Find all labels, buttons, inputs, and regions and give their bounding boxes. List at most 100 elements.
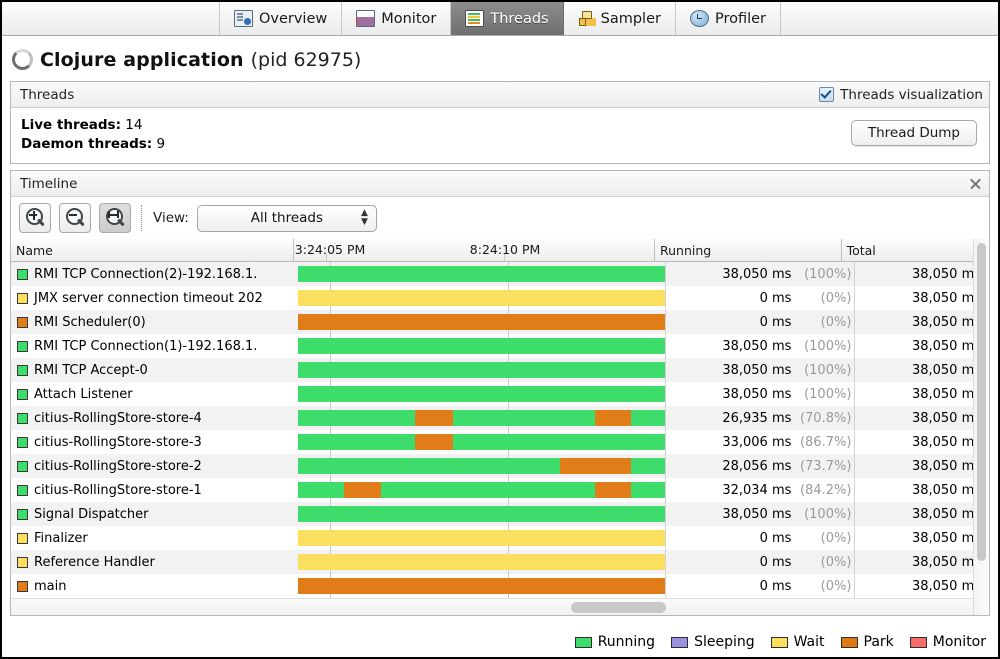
thread-timeline-cell[interactable]: [298, 526, 665, 550]
thread-timeline-cell[interactable]: [298, 454, 665, 478]
timeline-panel-title: Timeline: [20, 175, 78, 192]
column-header-name[interactable]: Name: [11, 239, 294, 261]
close-icon[interactable]: [968, 176, 983, 191]
tab-label: Threads: [490, 10, 549, 27]
table-row[interactable]: RMI TCP Accept-0 38,050 ms (100%) 38,050 ms: [11, 358, 989, 382]
thread-timeline-cell[interactable]: [298, 550, 665, 574]
threads-visualization-toggle[interactable]: Threads visualization: [819, 87, 983, 103]
running-time-percent: (84.2%): [799, 482, 852, 498]
running-time-cell: 33,006 ms (86.7%): [664, 430, 854, 454]
table-row[interactable]: Finalizer 0 ms (0%) 38,050 ms: [11, 526, 989, 550]
thread-name: RMI TCP Connection(1)-192.168.1.: [34, 338, 258, 354]
table-row[interactable]: Attach Listener 38,050 ms (100%) 38,050 ms: [11, 382, 989, 406]
table-row[interactable]: Signal Dispatcher 38,050 ms (100%) 38,050 m…: [11, 502, 989, 526]
thread-state-swatch-icon: [17, 340, 28, 352]
running-time-value: 38,050 ms: [722, 506, 792, 522]
running-time-cell: 0 ms (0%): [664, 550, 854, 574]
running-time-cell: 0 ms (0%): [664, 310, 854, 334]
legend-label: Running: [597, 634, 656, 650]
thread-timeline-cell[interactable]: [298, 502, 665, 526]
thread-timeline-cell[interactable]: [298, 574, 665, 598]
thread-name-cell: Finalizer: [11, 526, 298, 550]
thread-timeline-bar: [298, 410, 665, 426]
thread-name-cell: RMI TCP Connection(1)-192.168.1.: [11, 334, 298, 358]
thread-timeline-bar: [298, 458, 665, 474]
table-row[interactable]: citius-RollingStore-store-2 28,056 ms (73.…: [11, 454, 989, 478]
total-time-cell: 38,050 ms: [854, 478, 989, 502]
table-row[interactable]: RMI TCP Connection(2)-192.168.1. 38,050 m…: [11, 262, 989, 286]
timeline-segment-running: [631, 482, 665, 498]
total-time-cell: 38,050 ms: [854, 550, 989, 574]
tab-sampler[interactable]: Sampler: [564, 2, 676, 35]
threads-panel-body: Live threads: 14 Daemon threads: 9 Threa…: [11, 108, 989, 163]
thread-timeline-bar: [298, 434, 665, 450]
table-row[interactable]: citius-RollingStore-store-3 33,006 ms (86.…: [11, 430, 989, 454]
thread-name: RMI Scheduler(0): [34, 314, 146, 330]
table-row[interactable]: Reference Handler 0 ms (0%) 38,050 ms: [11, 550, 989, 574]
column-header-timeline: 3:24:05 PM 8:24:10 PM: [294, 239, 655, 261]
thread-counts: Live threads: 14 Daemon threads: 9: [21, 116, 165, 154]
timeline-segment-park: [298, 314, 665, 330]
table-row[interactable]: citius-RollingStore-store-1 32,034 ms (84.…: [11, 478, 989, 502]
horizontal-scrollbar-thumb[interactable]: [571, 602, 666, 613]
thread-timeline-cell[interactable]: [298, 334, 665, 358]
timeline-segment-running: [298, 410, 416, 426]
tab-monitor[interactable]: Monitor: [342, 2, 452, 35]
thread-timeline-bar: [298, 314, 665, 330]
timeline-segment-park: [560, 458, 632, 474]
timeline-gridline: [503, 254, 505, 261]
running-time-cell: 0 ms (0%): [664, 574, 854, 598]
thread-state-swatch-icon: [17, 508, 28, 520]
thread-name-cell: Reference Handler: [11, 550, 298, 574]
thread-timeline-cell[interactable]: [298, 430, 665, 454]
view-select[interactable]: All threads ▲ ▼: [196, 204, 377, 232]
table-row[interactable]: RMI Scheduler(0) 0 ms (0%) 38,050 ms: [11, 310, 989, 334]
time-tick-label-2: 8:24:10 PM: [469, 242, 541, 257]
table-row[interactable]: main 0 ms (0%) 38,050 ms: [11, 574, 989, 598]
thread-timeline-cell[interactable]: [298, 478, 665, 502]
thread-name: citius-RollingStore-store-3: [34, 434, 202, 450]
legend-label: Sleeping: [694, 634, 755, 650]
thread-timeline-cell[interactable]: [298, 310, 665, 334]
timeline-segment-wait: [298, 530, 665, 546]
total-time-value: 38,050 ms: [911, 362, 982, 378]
thread-name-cell: RMI Scheduler(0): [11, 310, 298, 334]
tab-overview[interactable]: Overview: [218, 2, 343, 35]
timeline-segment-running: [298, 386, 665, 402]
tab-threads[interactable]: Threads: [451, 2, 564, 35]
threads-visualization-checkbox[interactable]: [819, 87, 835, 102]
table-row[interactable]: JMX server connection timeout 202 0 ms (0%…: [11, 286, 989, 310]
timeline-segment-park: [415, 434, 454, 450]
view-label: View:: [153, 210, 189, 226]
thread-timeline-cell[interactable]: [298, 406, 665, 430]
threads-table: Name 3:24:05 PM 8:24:10 PM Running Total…: [10, 239, 990, 616]
thread-state-swatch-icon: [17, 268, 28, 280]
total-time-cell: 38,050 ms: [854, 526, 989, 550]
table-body: RMI TCP Connection(2)-192.168.1. 38,050 m…: [11, 262, 989, 598]
thread-name: citius-RollingStore-store-1: [34, 482, 202, 498]
timeline-segment-running: [298, 506, 665, 522]
timeline-panel-header: Timeline: [11, 171, 989, 197]
view-select-value: All threads: [250, 210, 324, 226]
zoom-in-button[interactable]: [19, 203, 51, 233]
zoom-out-button[interactable]: [59, 203, 91, 233]
thread-timeline-bar: [298, 290, 665, 306]
thread-dump-button[interactable]: Thread Dump: [850, 120, 977, 146]
thread-timeline-cell[interactable]: [298, 262, 665, 286]
table-row[interactable]: RMI TCP Connection(1)-192.168.1. 38,050 m…: [11, 334, 989, 358]
vertical-scrollbar-thumb[interactable]: [977, 243, 986, 561]
running-time-cell: 28,056 ms (73.7%): [664, 454, 854, 478]
horizontal-scrollbar[interactable]: [11, 598, 989, 615]
thread-timeline-cell[interactable]: [298, 358, 665, 382]
vertical-scrollbar[interactable]: [973, 239, 989, 615]
column-header-total[interactable]: Total: [842, 239, 975, 261]
running-time-cell: 26,935 ms (70.8%): [664, 406, 854, 430]
timeline-segment-park: [298, 578, 665, 594]
thread-timeline-bar: [298, 506, 665, 522]
zoom-fit-button[interactable]: [99, 203, 131, 233]
table-row[interactable]: citius-RollingStore-store-4 26,935 ms (70.…: [11, 406, 989, 430]
thread-timeline-cell[interactable]: [298, 382, 665, 406]
thread-timeline-cell[interactable]: [298, 286, 665, 310]
column-header-running[interactable]: Running: [655, 239, 842, 261]
tab-profiler[interactable]: Profiler: [676, 2, 782, 35]
